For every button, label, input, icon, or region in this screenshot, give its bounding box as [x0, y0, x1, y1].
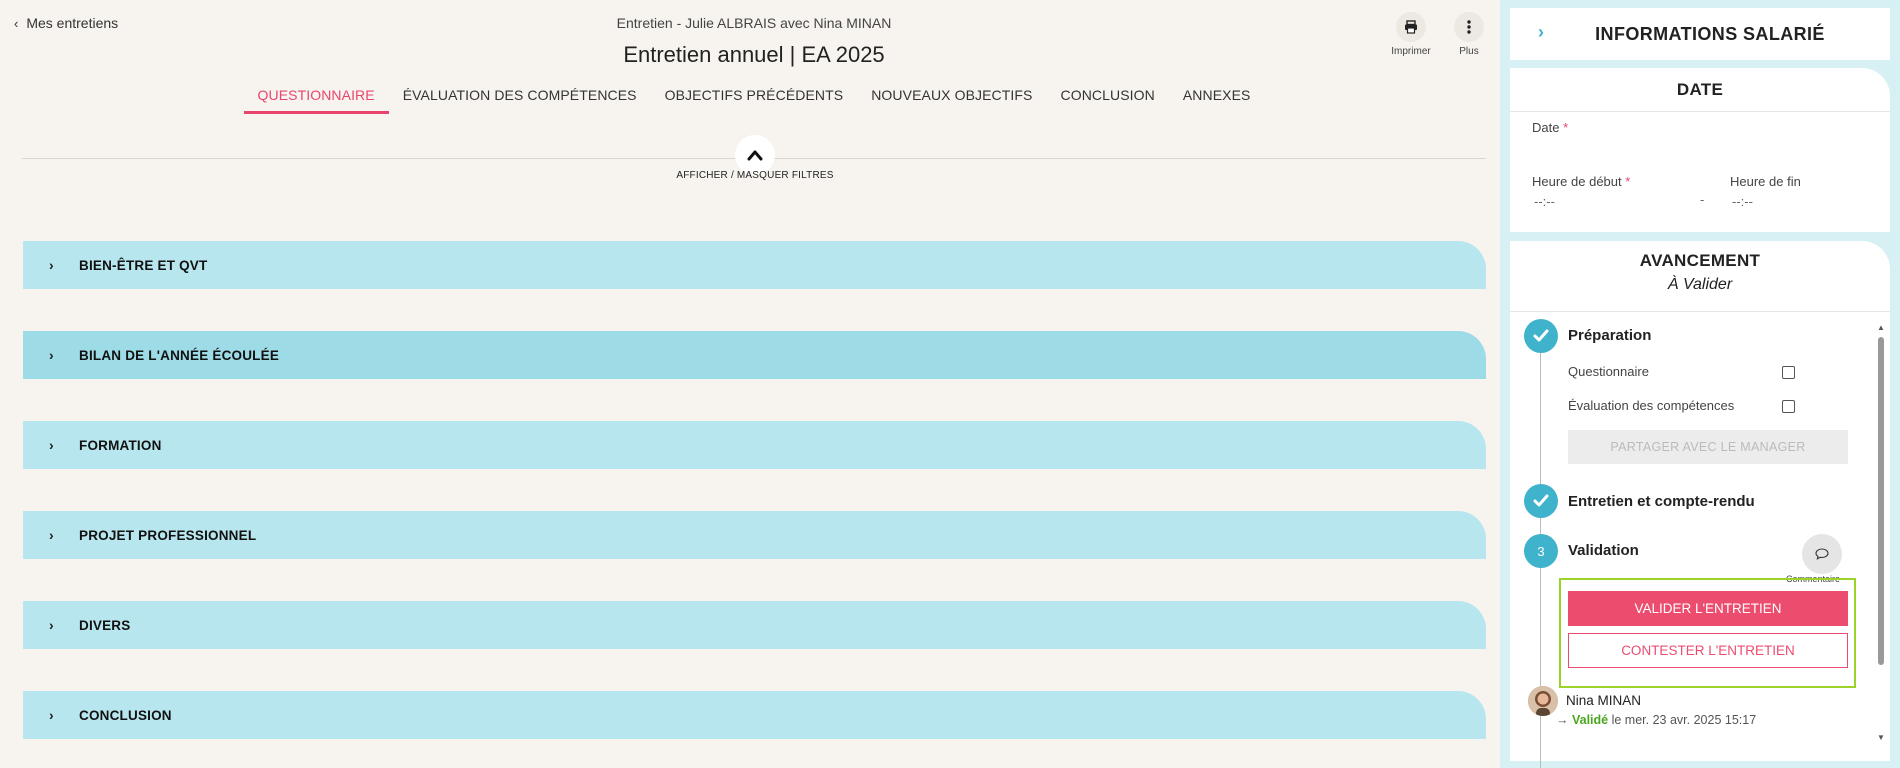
questionnaire-checkbox[interactable]: [1782, 366, 1795, 379]
tab-evaluation-competences[interactable]: ÉVALUATION DES COMPÉTENCES: [389, 87, 651, 114]
start-time-label: Heure de début *: [1532, 174, 1630, 189]
print-button[interactable]: Imprimer: [1390, 12, 1432, 57]
chevron-right-icon: ›: [49, 437, 54, 453]
tab-objectifs-precedents[interactable]: OBJECTIFS PRÉCÉDENTS: [651, 87, 858, 114]
validation-line: → Validé le mer. 23 avr. 2025 15:17: [1556, 713, 1756, 727]
section-bilan-annee[interactable]: › BILAN DE L'ANNÉE ÉCOULÉE: [23, 331, 1486, 379]
chevron-up-icon: [747, 150, 763, 161]
employee-sidebar: › INFORMATIONS SALARIÉ DATE Date * Heure…: [1500, 0, 1900, 768]
step-preparation: Préparation: [1568, 327, 1652, 344]
scroll-up-icon[interactable]: ▲: [1877, 323, 1885, 332]
start-time-label-text: Heure de début: [1532, 174, 1622, 189]
scrollbar-thumb[interactable]: [1878, 337, 1884, 665]
section-label: FORMATION: [79, 437, 162, 453]
section-label: BIEN-ÊTRE ET QVT: [79, 257, 208, 273]
top-actions: Imprimer Plus: [1390, 12, 1490, 57]
chevron-right-icon[interactable]: ›: [1538, 22, 1544, 43]
section-list: › BIEN-ÊTRE ET QVT › BILAN DE L'ANNÉE ÉC…: [23, 241, 1486, 768]
section-label: PROJET PROFESSIONNEL: [79, 527, 257, 543]
comment-button[interactable]: [1802, 534, 1842, 574]
toggle-filters-label[interactable]: AFFICHER / MASQUER FILTRES: [655, 170, 855, 181]
more-vertical-icon: [1454, 12, 1484, 42]
tab-annexes[interactable]: ANNEXES: [1169, 87, 1265, 114]
date-label-text: Date: [1532, 120, 1560, 135]
share-with-manager-button[interactable]: PARTAGER AVEC LE MANAGER: [1568, 430, 1848, 464]
tab-conclusion[interactable]: CONCLUSION: [1047, 87, 1169, 114]
progress-status: À Valider: [1667, 276, 1733, 293]
step-number: 3: [1524, 534, 1558, 568]
validate-interview-button[interactable]: VALIDER L'ENTRETIEN: [1568, 591, 1848, 626]
step-validation: Validation: [1568, 542, 1639, 559]
contest-interview-button[interactable]: CONTESTER L'ENTRETIEN: [1568, 633, 1848, 668]
progress-card: AVANCEMENT À Valider Préparation Questio…: [1510, 241, 1890, 768]
section-label: CONCLUSION: [79, 707, 172, 723]
avatar: [1528, 686, 1558, 716]
validation-date: le mer. 23 avr. 2025 15:17: [1611, 713, 1757, 727]
printer-icon: [1396, 12, 1426, 42]
end-time-input[interactable]: --:--: [1732, 194, 1753, 209]
main-content: ‹ Mes entretiens Entretien - Julie ALBRA…: [0, 0, 1500, 768]
arrow-right-icon: →: [1556, 713, 1569, 727]
section-divers[interactable]: › DIVERS: [23, 601, 1486, 649]
progress-divider: [1510, 311, 1890, 312]
chevron-right-icon: ›: [49, 527, 54, 543]
required-mark: *: [1563, 120, 1569, 135]
toggle-filters-button[interactable]: [735, 135, 775, 175]
section-label: BILAN DE L'ANNÉE ÉCOULÉE: [79, 347, 280, 363]
date-card-title: DATE: [1676, 80, 1724, 99]
tab-bar: QUESTIONNAIRE ÉVALUATION DES COMPÉTENCES…: [0, 87, 1508, 114]
employee-info-title: INFORMATIONS SALARIÉ: [1595, 23, 1825, 44]
date-field-label: Date *: [1532, 120, 1568, 135]
page-title: Entretien annuel | EA 2025: [623, 42, 885, 67]
tab-nouveaux-objectifs[interactable]: NOUVEAUX OBJECTIFS: [857, 87, 1046, 114]
employee-info-card: › INFORMATIONS SALARIÉ: [1510, 8, 1890, 60]
check-icon: [1524, 319, 1558, 353]
section-label: DIVERS: [79, 617, 131, 633]
validation-status: Validé: [1571, 713, 1609, 727]
section-bien-etre[interactable]: › BIEN-ÊTRE ET QVT: [23, 241, 1486, 289]
progress-title: AVANCEMENT: [1639, 251, 1761, 270]
time-separator: -: [1700, 192, 1705, 207]
comment-icon: [1815, 548, 1829, 560]
step-entretien: Entretien et compte-rendu: [1568, 493, 1755, 510]
required-mark: *: [1625, 174, 1631, 189]
prep-item-evaluation: Évaluation des compétences: [1568, 398, 1735, 413]
chevron-right-icon: ›: [49, 707, 54, 723]
validator-name: Nina MINAN: [1566, 693, 1642, 708]
chevron-right-icon: ›: [49, 257, 54, 273]
chevron-right-icon: ›: [49, 617, 54, 633]
start-time-input[interactable]: --:--: [1534, 194, 1555, 209]
date-card: DATE Date * Heure de début * --:-- - Heu…: [1510, 68, 1890, 232]
check-icon: [1524, 484, 1558, 518]
evaluation-checkbox[interactable]: [1782, 400, 1795, 413]
section-projet-professionnel[interactable]: › PROJET PROFESSIONNEL: [23, 511, 1486, 559]
tab-questionnaire[interactable]: QUESTIONNAIRE: [243, 87, 389, 114]
interview-subtitle: Entretien - Julie ALBRAIS avec Nina MINA…: [616, 15, 892, 31]
more-button[interactable]: Plus: [1448, 12, 1490, 57]
chevron-right-icon: ›: [49, 347, 54, 363]
section-conclusion[interactable]: › CONCLUSION: [23, 691, 1486, 739]
prep-item-questionnaire: Questionnaire: [1568, 364, 1649, 379]
end-time-label: Heure de fin: [1730, 174, 1801, 189]
date-card-divider: [1510, 111, 1890, 112]
section-formation[interactable]: › FORMATION: [23, 421, 1486, 469]
print-label: Imprimer: [1391, 46, 1431, 57]
more-label: Plus: [1459, 46, 1479, 57]
scroll-down-icon[interactable]: ▼: [1877, 733, 1885, 742]
